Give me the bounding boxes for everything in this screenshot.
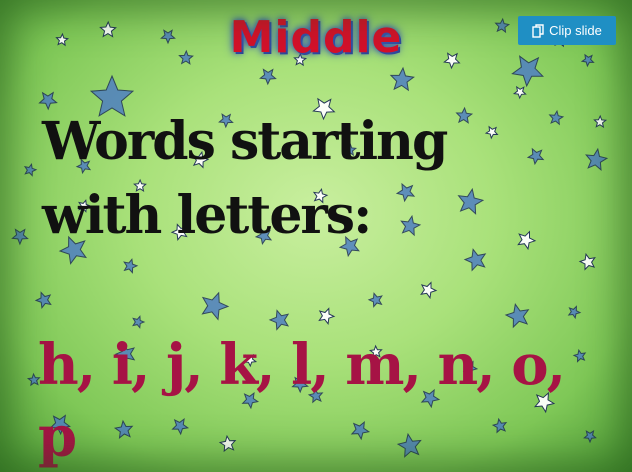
- star-icon: [567, 305, 582, 320]
- star-icon: [526, 147, 545, 166]
- star-icon: [512, 85, 527, 100]
- star-icon: [201, 291, 230, 321]
- clip-icon: [532, 23, 544, 38]
- slide: Middle Words starting with letters: h, i…: [0, 0, 632, 472]
- star-icon: [23, 162, 38, 177]
- star-icon: [132, 315, 146, 329]
- star-icon: [420, 281, 438, 300]
- star-icon: [367, 292, 383, 308]
- star-icon: [34, 291, 52, 309]
- star-icon: [389, 66, 415, 92]
- star-icon: [548, 109, 565, 126]
- star-icon: [517, 230, 537, 251]
- star-icon: [268, 309, 290, 331]
- star-icon: [123, 258, 139, 274]
- star-icon: [11, 228, 29, 246]
- star-icon: [593, 114, 608, 129]
- star-icon: [259, 68, 277, 86]
- star-icon: [585, 147, 609, 171]
- slide-heading: Words starting with letters:: [42, 111, 448, 246]
- clip-slide-button[interactable]: Clip slide: [518, 16, 616, 45]
- letter-list: h, i, j, k, l, m, n, o, p: [38, 332, 566, 470]
- star-icon: [578, 252, 596, 271]
- star-icon: [504, 303, 530, 329]
- clip-slide-label: Clip slide: [549, 23, 602, 38]
- star-icon: [318, 307, 336, 325]
